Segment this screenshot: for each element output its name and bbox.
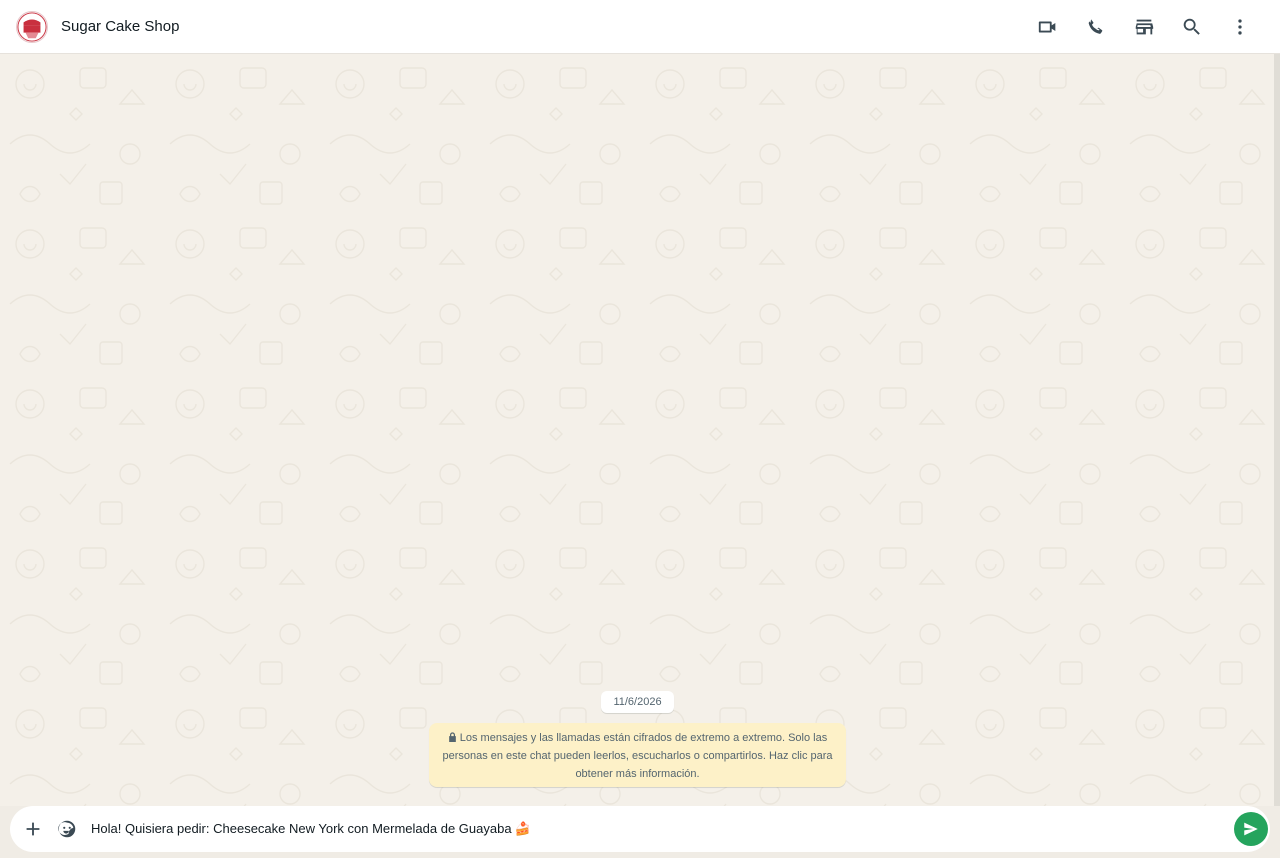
sugar-cake-logo-icon [17,11,47,42]
chat-scrollbar-thumb[interactable] [1274,54,1280,806]
send-button[interactable] [1234,812,1268,846]
encryption-notice-text: Los mensajes y las llamadas están cifrad… [442,732,833,780]
plus-icon [26,822,40,836]
chat-scrollbar[interactable] [1274,54,1280,806]
contact-avatar[interactable] [16,10,48,43]
search-icon [1183,18,1200,35]
send-icon [1244,822,1258,836]
chat-messages-area: 11/6/2026 Los mensajes y las llamadas es… [0,54,1280,806]
cake-emoji: 🍰 [514,822,531,837]
lock-icon [448,730,457,742]
encryption-notice[interactable]: Los mensajes y las llamadas están cifrad… [429,723,846,787]
contact-name[interactable]: Sugar Cake Shop [61,18,179,35]
message-input-text: Hola! Quisiera pedir: Cheesecake New Yor… [91,821,512,836]
chat-header: Sugar Cake Shop [0,0,1280,54]
voice-call-button[interactable] [1072,7,1120,47]
sticker-icon [58,820,76,838]
attach-button[interactable] [17,813,49,845]
sticker-button[interactable] [51,813,83,845]
message-input[interactable]: Hola! Quisiera pedir: Cheesecake New Yor… [91,821,531,837]
composer-pill: Hola! Quisiera pedir: Cheesecake New Yor… [10,806,1270,852]
date-separator: 11/6/2026 [601,691,674,713]
video-call-button[interactable] [1024,7,1072,47]
menu-button[interactable] [1216,7,1264,47]
search-button[interactable] [1168,7,1216,47]
video-call-icon [1038,21,1056,32]
phone-icon [1088,18,1103,34]
catalog-button[interactable] [1120,7,1168,47]
more-vertical-icon [1238,18,1242,35]
store-icon [1135,19,1154,34]
message-composer: Hola! Quisiera pedir: Cheesecake New Yor… [0,806,1280,858]
